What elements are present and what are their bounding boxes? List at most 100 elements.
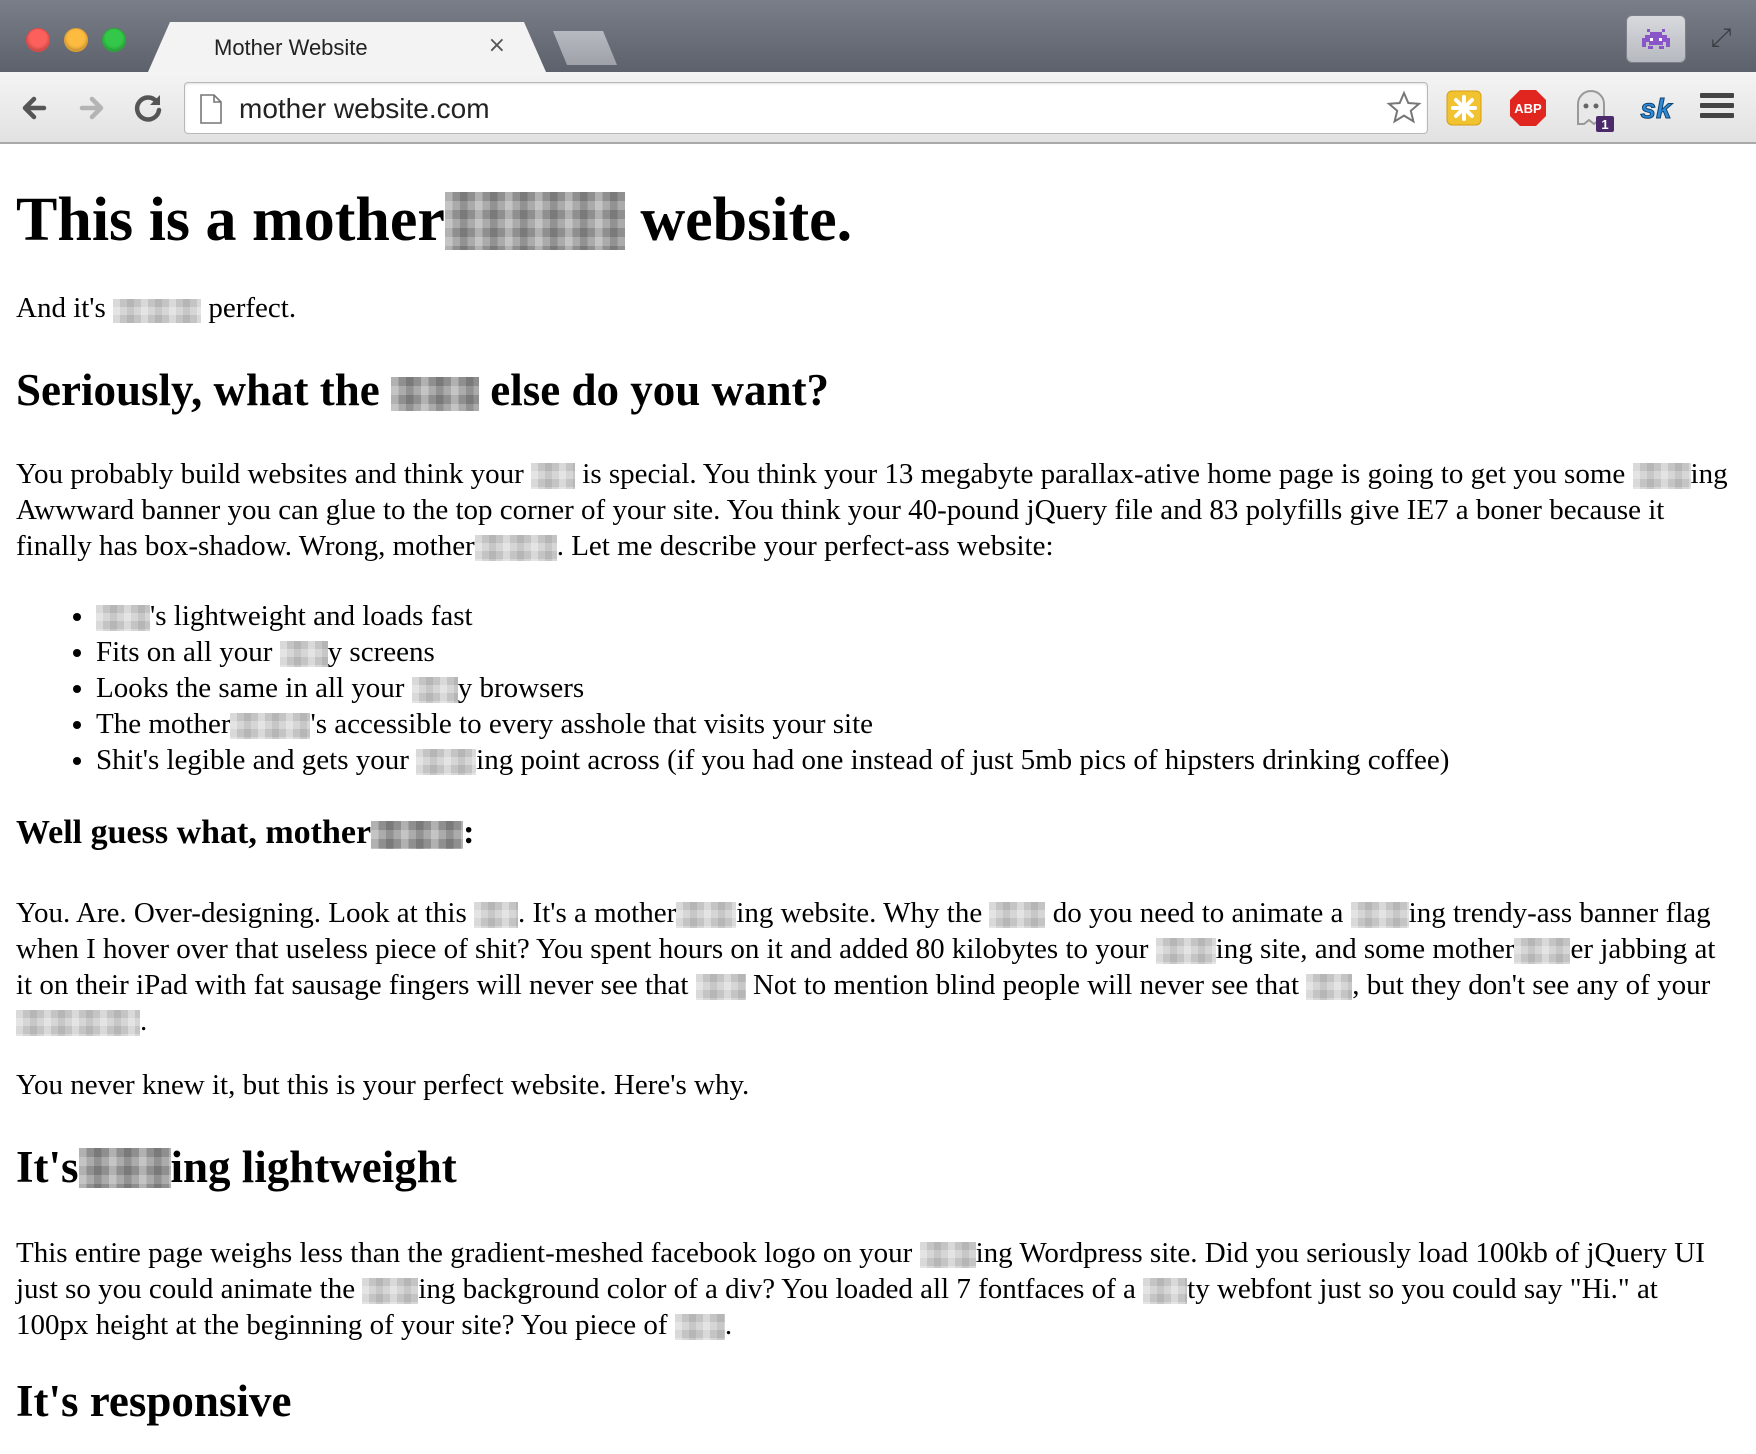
reload-button[interactable] (126, 86, 170, 130)
paragraph-weighs-less: This entire page weighs less than the gr… (16, 1235, 1736, 1343)
window-zoom-button[interactable] (102, 28, 126, 52)
new-tab-button[interactable] (553, 31, 617, 65)
puzzle-extension-graphic (1446, 90, 1482, 126)
url-value: mother website.com (239, 93, 490, 124)
text-run: 's lightweight and loads fast (150, 599, 473, 632)
text-run: You probably build websites and think yo… (16, 457, 532, 490)
censored-word (1155, 938, 1216, 965)
text-run: Fits on all your (96, 635, 280, 668)
adblock-plus-icon[interactable]: ABP (1508, 88, 1548, 128)
censored-word (989, 902, 1046, 929)
censored-word (474, 902, 519, 929)
back-button[interactable] (14, 86, 58, 130)
tab-strip: Mother Website × ⤢ (0, 0, 1756, 72)
intro-text-b: perfect. (201, 292, 297, 325)
censored-word (1632, 462, 1691, 489)
censored-word (96, 604, 150, 631)
text-run: ing background color of a div? You loade… (418, 1272, 1144, 1305)
window-minimize-button[interactable] (64, 28, 88, 52)
sk-extension-icon[interactable]: sk (1636, 88, 1676, 128)
censored-word (362, 1277, 419, 1304)
censored-word (1143, 1277, 1188, 1304)
paragraph-never-knew: You never knew it, but this is your perf… (16, 1069, 750, 1102)
address-bar[interactable]: mother website.com (184, 82, 1428, 134)
abp-label: ABP (1514, 101, 1542, 116)
text-run: y browsers (457, 671, 585, 704)
title-text-b: website. (624, 186, 853, 254)
text-run: ing website. Why the (736, 897, 990, 930)
text-run: This entire page weighs less than the gr… (16, 1236, 920, 1269)
sk-label: sk (1640, 93, 1673, 124)
text-run: . (724, 1308, 733, 1341)
text-run: : (463, 813, 475, 851)
paragraph-over-designing: You. Are. Over-designing. Look at this .… (16, 895, 1736, 1039)
censored-word (531, 462, 576, 489)
heading-seriously: Seriously, what the else do you want? (16, 365, 1736, 416)
page-icon (200, 94, 222, 124)
ghostery-icon[interactable]: 1 (1572, 88, 1614, 132)
browser-window: Mother Website × ⤢ mother website.com AB… (0, 0, 1756, 1454)
space-invader-icon (1642, 29, 1670, 49)
text-run: The mother (96, 707, 231, 740)
profile-avatar-button[interactable] (1626, 15, 1686, 63)
text-run: ing point across (if you had one instead… (476, 743, 1450, 776)
censored-word (113, 299, 202, 324)
censored-word (919, 1241, 976, 1268)
fullscreen-icon[interactable]: ⤢ (1703, 20, 1739, 56)
tab-close-icon[interactable]: × (488, 33, 506, 58)
url-text[interactable]: mother website.com (239, 93, 490, 125)
censored-word (371, 820, 464, 849)
adblock-plus-graphic: ABP (1510, 90, 1546, 126)
text-run: Well guess what, mother (16, 813, 372, 851)
censored-word (1350, 902, 1409, 929)
censored-word (230, 712, 311, 739)
tab-title: Mother Website (214, 35, 368, 61)
text-run: . It's a mother (518, 897, 677, 930)
reload-icon (134, 95, 162, 122)
page-title: This is a mother website. (16, 186, 1736, 254)
list-item: 's lightweight and loads fast (96, 598, 1736, 634)
censored-word (391, 377, 480, 412)
censored-word (1514, 938, 1571, 965)
ghostery-badge: 1 (1601, 117, 1608, 132)
text-run: You. Are. Over-designing. Look at this (16, 897, 475, 930)
censored-word (16, 1010, 140, 1037)
heading-seriously-a: Seriously, what the (16, 365, 392, 416)
censored-word (676, 902, 737, 929)
sk-graphic: sk (1640, 93, 1674, 125)
list-item: Fits on all your y screens (96, 634, 1736, 670)
tab-active[interactable]: Mother Website × (148, 22, 546, 72)
browser-toolbar: mother website.com ABP 1 sk (0, 72, 1756, 144)
text-run: Not to mention blind people will never s… (745, 969, 1307, 1002)
heading-responsive: It's responsive (16, 1375, 292, 1426)
tab-title-text: Mother Website (214, 35, 368, 60)
text-run: ing lightweight (170, 1142, 457, 1193)
censored-word (411, 676, 458, 703)
text-run: y screens (327, 635, 435, 668)
bookmark-star-icon[interactable] (1385, 89, 1423, 127)
list-item: The mother 's accessible to every asshole… (96, 706, 1736, 742)
text-run: Looks the same in all your (96, 671, 412, 704)
puzzle-extension-icon[interactable] (1444, 88, 1484, 128)
hamburger-menu-icon[interactable] (1700, 90, 1734, 124)
text-run: ing site, and some mother (1215, 933, 1515, 966)
arrow-left-icon (22, 96, 47, 120)
page-viewport[interactable]: This is a mother website. And it's perfe… (0, 144, 1756, 1454)
censored-word (474, 534, 557, 561)
text-run: Shit's legible and gets your (96, 743, 417, 776)
censored-word (674, 1313, 725, 1340)
forward-button[interactable] (70, 86, 114, 130)
censored-word (279, 640, 328, 667)
arrow-right-icon (79, 96, 104, 120)
window-close-button[interactable] (26, 28, 50, 52)
text-run: 's accessible to every asshole that visi… (310, 707, 874, 740)
title-text-a: This is a mother (16, 186, 445, 254)
censored-word (1306, 974, 1353, 1001)
paragraph-you-probably: You probably build websites and think yo… (16, 456, 1736, 564)
heading-seriously-b: else do you want? (479, 365, 830, 416)
text-run: is special. You think your 13 megabyte p… (575, 457, 1633, 490)
censored-word (444, 192, 625, 250)
heading-lightweight: It's ing lightweight (16, 1142, 1736, 1193)
text-run: do you need to animate a (1045, 897, 1351, 930)
text-run: . Let me describe your perfect-ass websi… (556, 529, 1054, 562)
